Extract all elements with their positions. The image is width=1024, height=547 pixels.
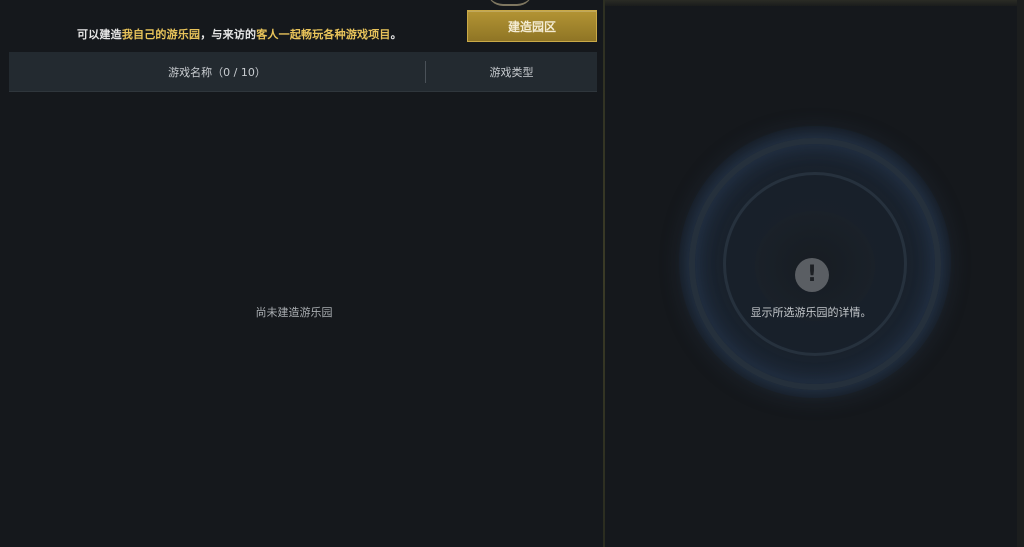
- table-header: 游戏名称（0 / 10） 游戏类型: [9, 52, 597, 92]
- park-list-panel: 可以建造我自己的游乐园，与来访的客人一起畅玩各种游戏项目。 建造园区 游戏名称（…: [0, 0, 603, 547]
- info-text: 可以建造我自己的游乐园，与来访的客人一起畅玩各种游戏项目。: [77, 26, 402, 42]
- info-text-part: ，与来访的: [200, 28, 257, 41]
- info-text-highlight: 客人一起畅玩各种游戏项目: [256, 28, 391, 41]
- alert-glyph: !: [806, 262, 818, 287]
- park-detail-panel: ! 显示所选游乐园的详情。: [605, 6, 1017, 547]
- park-list: 尚未建造游乐园: [9, 93, 597, 547]
- detail-placeholder-message: 显示所选游乐园的详情。: [750, 306, 872, 319]
- column-header-game-type[interactable]: 游戏类型: [426, 52, 597, 92]
- build-park-button[interactable]: 建造园区: [467, 10, 597, 42]
- empty-list-message: 尚未建造游乐园: [255, 306, 333, 319]
- info-text-part: 。: [390, 28, 402, 41]
- column-header-game-name[interactable]: 游戏名称（0 / 10）: [9, 52, 425, 92]
- right-edge: [1017, 0, 1024, 547]
- info-text-part: 可以建造: [77, 28, 122, 41]
- info-text-highlight: 我自己的游乐园: [121, 28, 201, 41]
- alert-icon: !: [795, 258, 829, 292]
